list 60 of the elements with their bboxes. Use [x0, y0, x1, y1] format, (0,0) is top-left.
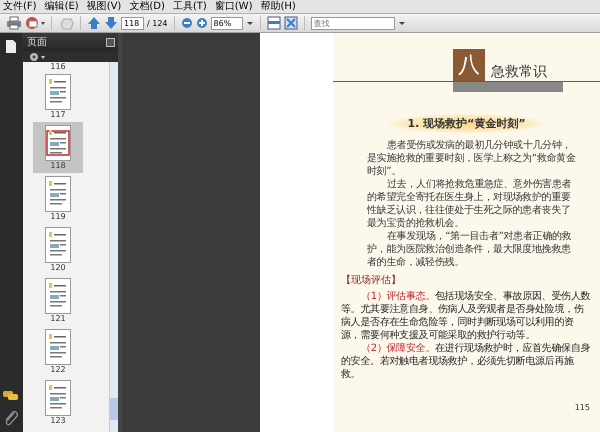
printer-icon[interactable]: [6, 16, 22, 30]
paragraph: 在事发现场，“第一目击者”对患者正确的救护，能为医院救治创造条件，最大限度地挽救患者的生命，减轻伤残。: [367, 230, 572, 269]
caret-icon[interactable]: [246, 19, 254, 27]
scrollbar[interactable]: [109, 62, 118, 432]
menu-item[interactable]: 工具(T): [172, 0, 207, 13]
thumbnail-drawing: [45, 380, 71, 416]
thumbnail-drawing: [45, 329, 71, 365]
page-number-field[interactable]: 118: [121, 16, 144, 30]
menu-item[interactable]: 编辑(E): [44, 0, 79, 13]
thumbnail-drawing: [45, 176, 71, 212]
thumbnail-drawing: [45, 125, 71, 161]
thumbnail-drawing: [45, 74, 71, 110]
paragraph: 患者受伤或发病的最初几分钟或十几分钟，是实施抢救的重要时刻，医学上称之为“救命黄金时刻”。: [367, 139, 576, 178]
page-number-label: 118: [50, 161, 66, 170]
page-thumbnail[interactable]: 123: [33, 377, 83, 428]
page-count: / 124: [147, 18, 168, 28]
menu-item[interactable]: 文件(F): [3, 0, 37, 13]
menu-item[interactable]: 视图(V): [86, 0, 122, 13]
page-number: 115: [574, 403, 590, 412]
page-thumbnail[interactable]: 116: [33, 62, 83, 71]
panel-menu-button[interactable]: [106, 38, 115, 46]
page-number-label: 122: [50, 365, 66, 374]
comments-icon[interactable]: [3, 390, 19, 402]
page-thumbnail[interactable]: 121: [33, 275, 83, 326]
gear-caret-icon[interactable]: [28, 52, 46, 62]
zoom-field[interactable]: 86%: [210, 16, 243, 30]
chapter-number: 八: [453, 49, 485, 81]
zoom-out-icon[interactable]: [180, 17, 193, 29]
page-number-label: 120: [50, 263, 66, 272]
page-number-label: 119: [50, 212, 66, 221]
zoom-in-icon[interactable]: [196, 17, 208, 29]
page-number-label: 123: [50, 416, 66, 425]
paragraph: （2）保障安全。在进行现场救护时，应首先确保自身的安全。若对触电者现场救护，必须先切断电源后再施救。: [341, 342, 592, 381]
page-thumbnail[interactable]: 122: [33, 326, 83, 377]
search-field[interactable]: 查找: [310, 16, 395, 30]
subheading: 【现场评估】: [341, 274, 402, 287]
page-number-label: 121: [50, 314, 66, 323]
thumbnail-drawing: [45, 278, 71, 314]
paragraph: 过去，人们将抢救危重急症、意外伤害患者的希望完全寄托在医生身上，对现场救护的重要性缺乏认识，往往使处于生死之际的患者丧失了最为宝贵的抢救机会。: [367, 178, 572, 230]
page-thumbnail[interactable]: 119: [33, 173, 83, 224]
panel-title: 页面: [27, 36, 47, 49]
paragraph: （1）评估事态。包括现场安全、事故原因、受伤人数等。尤其要注意自身、伤病人及旁观者是否身处险境，伤病人是否存在生命危险等，同时判断现场可以利用的资源，需要何种支援及可能采取的救护行动等。: [341, 290, 592, 342]
menu-item[interactable]: 文档(D): [129, 0, 165, 13]
page-thumbnail[interactable]: 117: [33, 71, 83, 122]
fit-page-icon[interactable]: [284, 16, 298, 30]
page-thumbnail[interactable]: 120: [33, 224, 83, 275]
paperclip-icon[interactable]: [4, 410, 18, 426]
page-icon[interactable]: [5, 39, 17, 54]
page-number-label: 117: [50, 110, 66, 119]
fit-width-icon[interactable]: [266, 16, 281, 30]
caret-icon[interactable]: [398, 19, 406, 27]
thumbnail-drawing: [45, 227, 71, 263]
section-title: 1. 现场救护“黄金时刻”: [389, 114, 544, 133]
page-number-label: 116: [50, 62, 66, 71]
page-thumbnail[interactable]: 118: [33, 122, 83, 173]
menu-item[interactable]: 帮助(H): [260, 0, 296, 13]
chapter-title: 急救常识: [491, 63, 547, 81]
down-arrow-icon[interactable]: [104, 16, 118, 30]
up-arrow-icon[interactable]: [87, 16, 101, 30]
menu-item[interactable]: 窗口(W): [214, 0, 252, 13]
